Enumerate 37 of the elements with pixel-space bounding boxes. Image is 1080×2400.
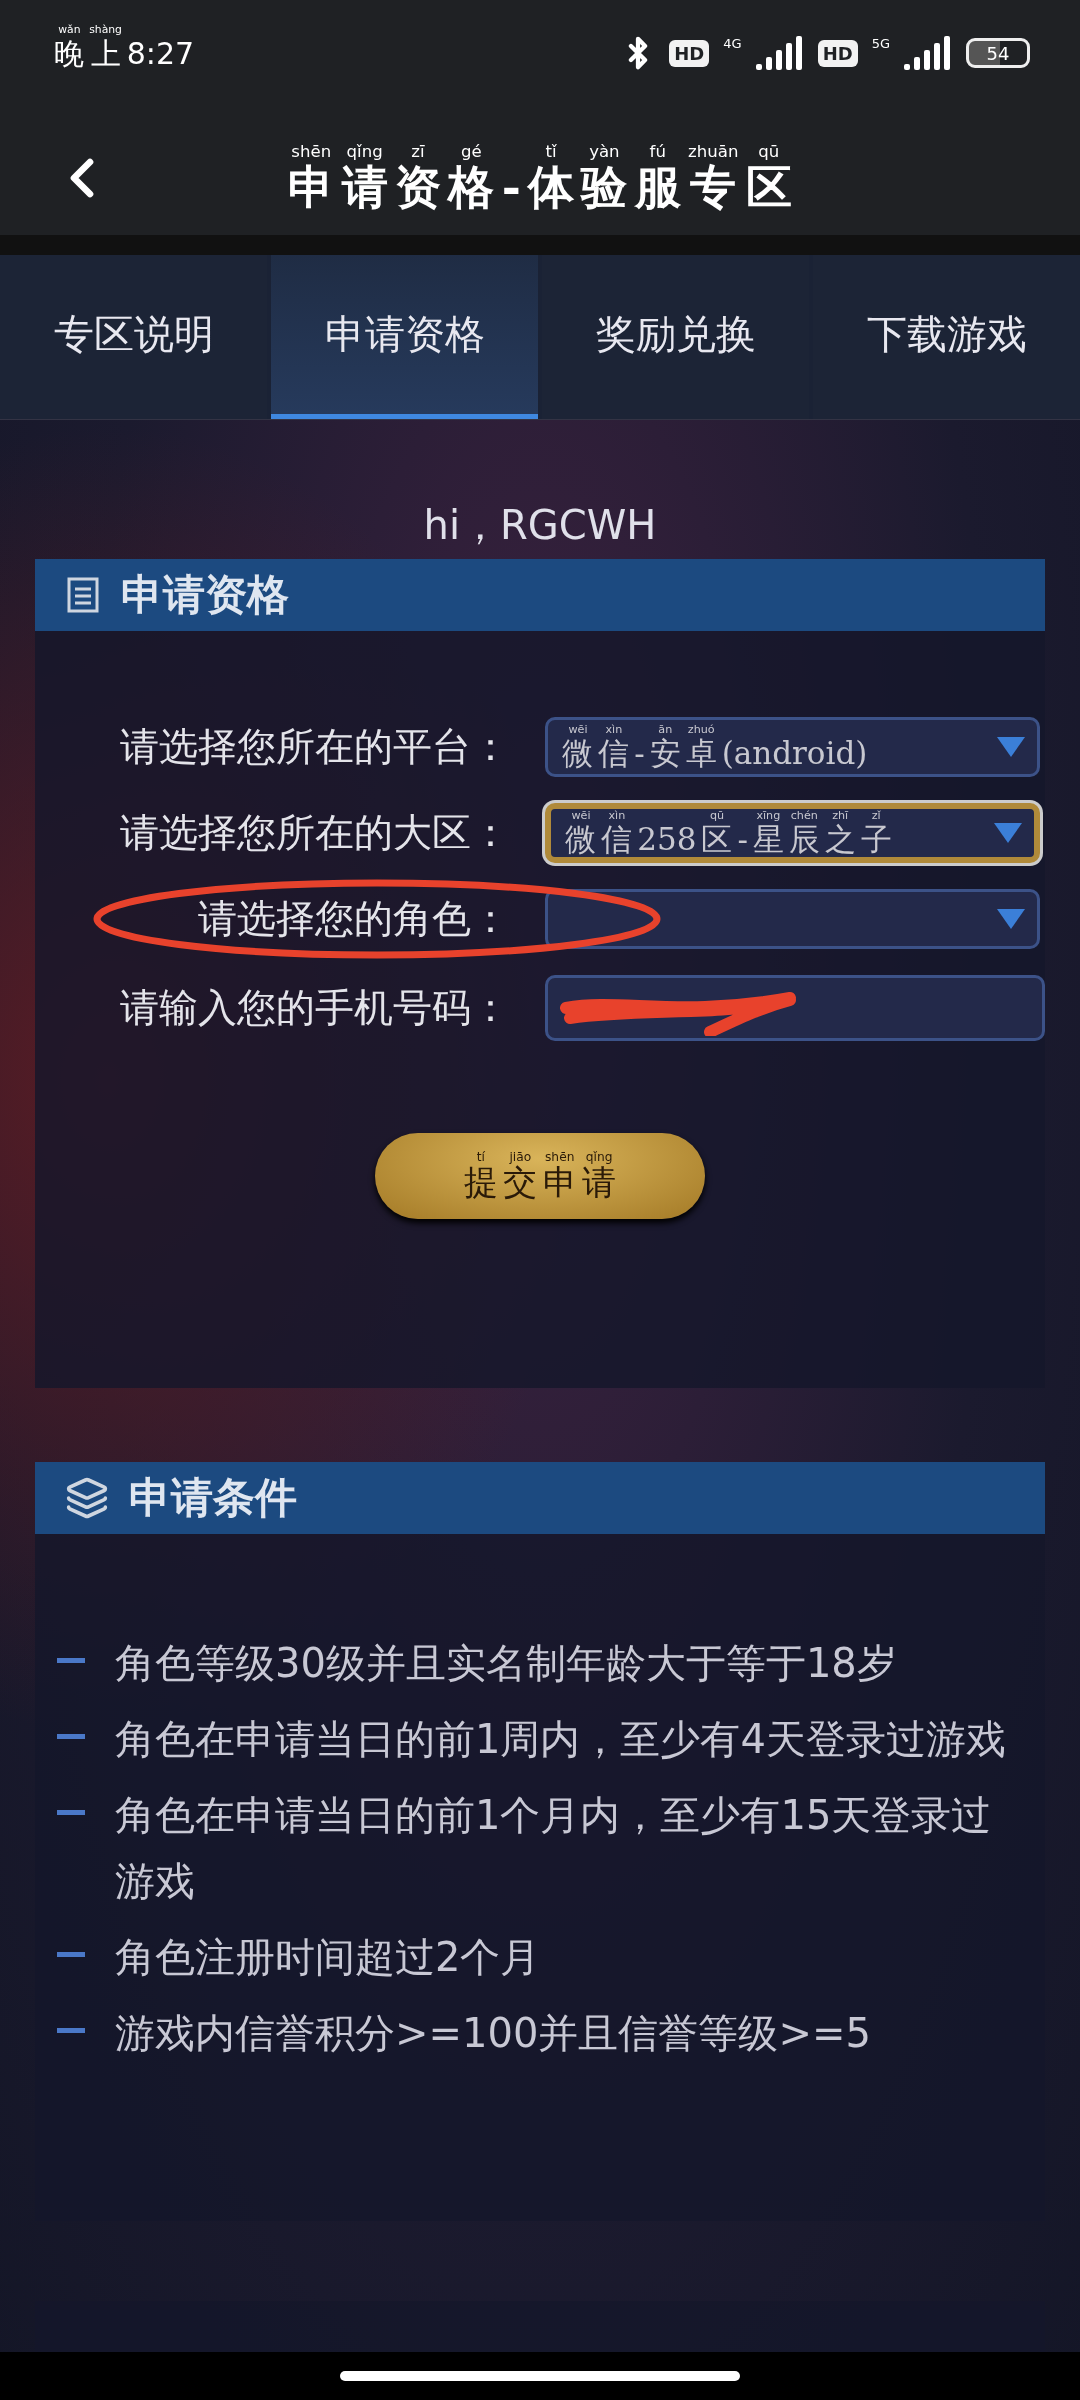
list-dash-icon [57,1809,85,1815]
condition-text: 角色等级30级并且实名制年龄大于等于18岁 [115,1638,897,1688]
panel-title: 申请资格 [121,568,289,621]
dropdown-arrow-icon [994,822,1022,843]
network-type: 5G [871,36,890,51]
layers-icon [65,1475,109,1520]
dropdown-arrow-icon [997,908,1025,929]
condition-text: 角色在申请当日的前1个月内，至少有15天登录过游戏 [115,1790,993,1906]
signal-icon [904,36,952,70]
list-dash-icon [57,1733,85,1739]
field-label: 请输入您的手机号码： [119,983,510,1032]
condition-text: 游戏内信誉积分>=100并且信誉等级>=5 [115,2008,871,2058]
condition-text: 角色在申请当日的前1周内，至少有4天登录过游戏 [115,1714,1006,1764]
list-dash-icon [57,2027,85,2033]
dropdown-field[interactable]: wēi 微 xìn 信 258 qū 区- xīng 星 chén 辰 zhī 之 zǐ 子 [545,802,1040,863]
document-icon [65,576,101,613]
list-dash-icon [57,1951,85,1957]
phone-input-field[interactable] [545,974,1045,1041]
hd-badge: HD [817,39,858,67]
submit-button[interactable]: tí 提 jiāo 交 shēn 申 qǐng 请 [375,1132,705,1219]
hd-badge: HD [669,39,710,67]
dropdown-field[interactable] [545,888,1040,949]
field-label: 请选择您所在的大区： [119,808,510,857]
tab[interactable]: 申请资格 [271,254,538,419]
condition-text: 角色注册时间超过2个月 [115,1932,541,1982]
field-label: 请选择您所在的平台： [119,722,510,771]
page-title: shēn 申 qǐng 请 zī 资 gé 格- tǐ 体 yàn 验 fú 服 zhuān 专 qū 区 [287,142,793,213]
status-time: wǎn 晚 shàng 上 8:27 [53,24,196,70]
greeting: hi，RGCWH [422,500,658,550]
dropdown-field[interactable]: wēi 微 xìn 信- ān 安 zhuó 卓(android) [545,716,1040,777]
list-dash-icon [57,1657,85,1663]
panel-title: 申请条件 [129,1471,297,1524]
dropdown-arrow-icon [997,736,1025,757]
field-label: 请选择您的角色： [197,894,510,943]
battery-icon: 54 [966,38,1030,68]
signal-icon [755,36,804,70]
network-type: 4G [723,36,742,51]
